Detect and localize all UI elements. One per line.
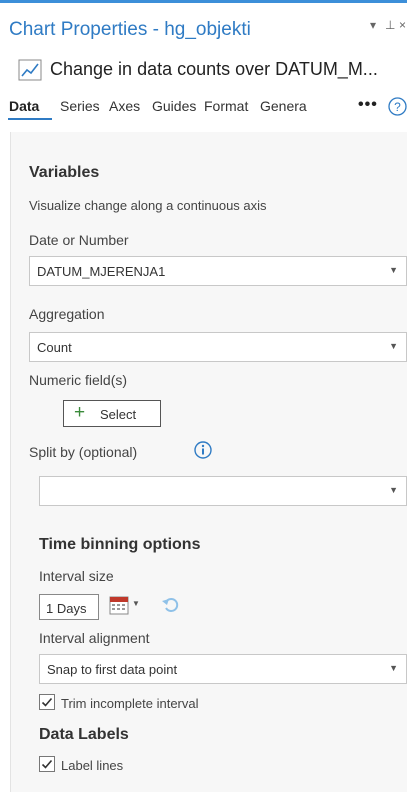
svg-text:?: ? <box>394 100 401 114</box>
select-button-label: Select <box>100 407 137 422</box>
panel-menu-icon[interactable]: ▾ <box>370 18 376 32</box>
data-tab-content: Variables Visualize change along a conti… <box>10 132 407 792</box>
tab-bar: Data Series Axes Guides Format Genera ••… <box>0 95 407 123</box>
line-chart-icon <box>18 59 42 81</box>
chart-name-row: Change in data counts over DATUM_M... <box>0 54 407 86</box>
label-lines-checkbox[interactable] <box>39 756 55 772</box>
interval-size-label: Interval size <box>39 568 114 584</box>
date-field-dropdown[interactable]: DATUM_MJERENJA1 ▼ <box>29 256 407 286</box>
interval-alignment-label: Interval alignment <box>39 630 150 646</box>
info-icon[interactable] <box>194 441 212 459</box>
active-tab-indicator <box>8 118 52 120</box>
tab-series[interactable]: Series <box>60 98 100 114</box>
interval-alignment-value: Snap to first data point <box>47 662 178 677</box>
chevron-down-icon: ▼ <box>389 265 398 275</box>
select-numeric-fields-button[interactable]: + Select <box>63 400 161 427</box>
close-icon[interactable]: × <box>399 18 406 32</box>
tab-guides[interactable]: Guides <box>152 98 196 114</box>
pin-icon[interactable]: ⊥ <box>385 18 395 32</box>
interval-alignment-dropdown[interactable]: Snap to first data point ▼ <box>39 654 407 684</box>
interval-size-value: 1 Days <box>46 601 87 616</box>
checkmark-icon <box>41 759 53 769</box>
data-labels-heading: Data Labels <box>39 726 129 743</box>
panel-top-accent <box>0 0 407 3</box>
chevron-down-icon: ▼ <box>389 485 398 495</box>
aggregation-dropdown[interactable]: Count ▼ <box>29 332 407 362</box>
panel-titlebar: Chart Properties - hg_objekti ▾ ⊥ × <box>0 5 407 45</box>
help-icon[interactable]: ? <box>388 97 407 116</box>
split-by-dropdown[interactable]: ▼ <box>39 476 407 506</box>
label-lines-label: Label lines <box>61 758 124 773</box>
trim-interval-label: Trim incomplete interval <box>61 696 199 711</box>
calendar-icon[interactable] <box>109 595 129 615</box>
trim-interval-checkbox[interactable] <box>39 694 55 710</box>
chart-name: Change in data counts over DATUM_M... <box>50 59 378 79</box>
aggregation-value: Count <box>37 340 72 355</box>
tab-data[interactable]: Data <box>9 98 39 114</box>
plus-icon: + <box>74 402 86 423</box>
interval-size-input[interactable]: 1 Days <box>39 594 99 620</box>
calendar-dropdown-arrow-icon[interactable]: ▼ <box>132 599 140 608</box>
tab-general[interactable]: Genera <box>260 98 307 114</box>
more-tabs-button[interactable]: ••• <box>358 96 378 114</box>
numeric-fields-label: Numeric field(s) <box>29 372 128 388</box>
variables-heading: Variables <box>29 164 100 181</box>
date-field-label: Date or Number <box>29 232 129 248</box>
variables-description: Visualize change along a continuous axis <box>29 198 267 213</box>
split-by-label: Split by (optional) <box>29 444 138 460</box>
time-binning-heading: Time binning options <box>39 536 201 553</box>
reset-icon[interactable] <box>161 595 181 615</box>
checkmark-icon <box>41 697 53 707</box>
aggregation-label: Aggregation <box>29 306 105 322</box>
panel-title: Chart Properties - hg_objekti <box>9 19 251 40</box>
tab-axes[interactable]: Axes <box>109 98 140 114</box>
chevron-down-icon: ▼ <box>389 341 398 351</box>
tab-format[interactable]: Format <box>204 98 248 114</box>
date-field-value: DATUM_MJERENJA1 <box>37 264 166 279</box>
chevron-down-icon: ▼ <box>389 663 398 673</box>
